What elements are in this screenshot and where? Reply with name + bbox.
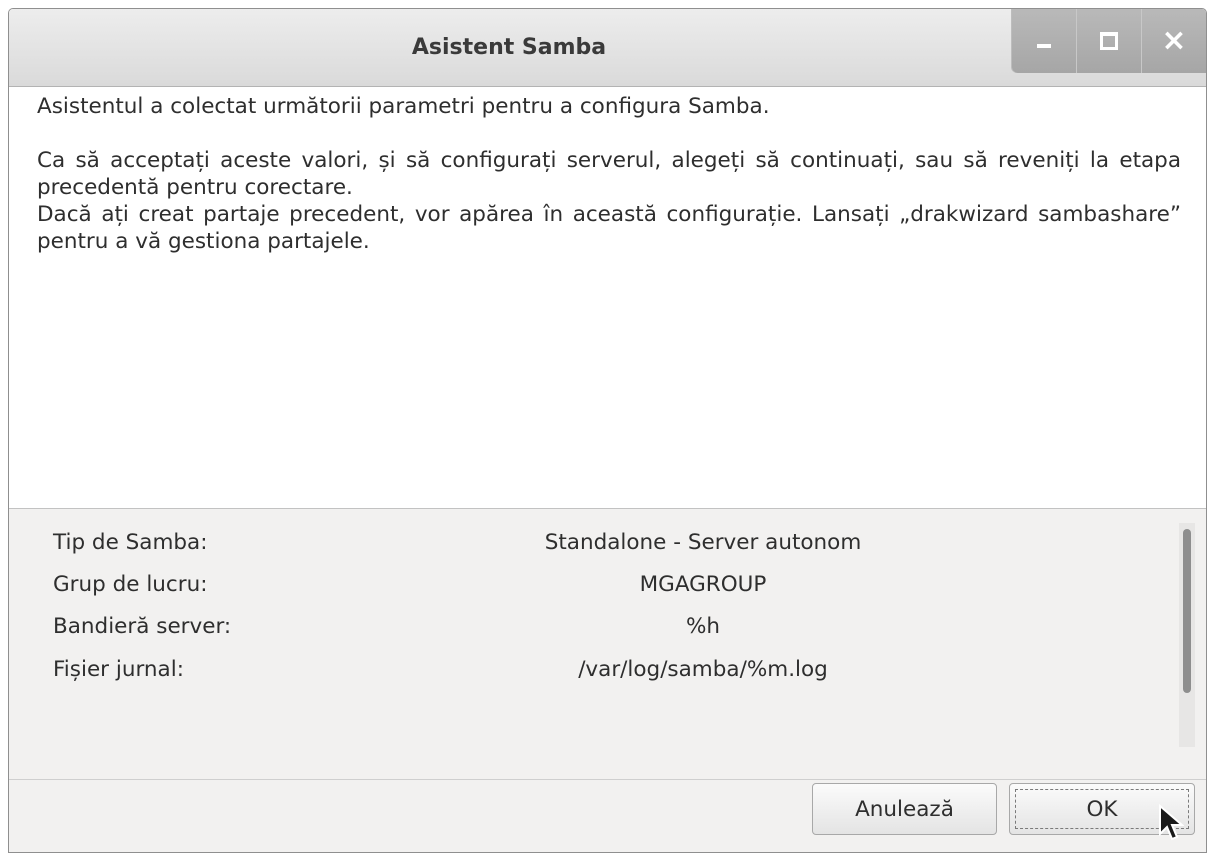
close-button[interactable]: × [1142,9,1206,73]
wizard-message: Asistentul a colectat următorii parametr… [9,87,1206,509]
window-title: Asistent Samba [411,35,607,60]
maximize-icon [1100,32,1118,50]
param-value: %h [685,614,721,639]
samba-wizard-window: Asistent Samba × Asistentul a colectat u… [8,8,1207,853]
maximize-button[interactable] [1077,9,1142,73]
message-intro: Asistentul a colectat următorii parametr… [37,94,770,119]
param-value: MGAGROUP [639,572,767,597]
window-controls: × [1011,9,1206,73]
cancel-button[interactable]: Anulează [812,783,997,835]
button-separator [9,779,1206,780]
param-label: Bandieră server: [53,614,232,639]
message-instructions: Ca să acceptați aceste valori, și să con… [37,148,1181,200]
minimize-icon [1037,44,1051,48]
param-label: Fișier jurnal: [53,657,184,682]
minimize-button[interactable] [1012,9,1077,73]
param-value: Standalone - Server autonom [544,530,862,555]
message-shares-note: Dacă ați creat partaje precedent, vor ap… [37,202,1181,254]
parameters-list: Tip de Samba: Standalone - Server autono… [9,510,1206,780]
param-row-workgroup: Grup de lucru: MGAGROUP [53,570,1163,600]
param-label: Tip de Samba: [53,530,208,555]
param-label: Grup de lucru: [53,572,208,597]
scrollbar-thumb[interactable] [1183,529,1191,693]
close-icon: × [1161,23,1187,58]
param-row-samba-type: Tip de Samba: Standalone - Server autono… [53,528,1163,558]
mouse-pointer-icon [1159,804,1184,841]
param-value: /var/log/samba/%m.log [578,657,828,682]
param-row-server-banner: Bandieră server: %h [53,612,1163,642]
param-row-log-file: Fișier jurnal: /var/log/samba/%m.log [53,655,1163,685]
background-document-fragment [0,0,1209,8]
title-bar[interactable]: Asistent Samba × [9,9,1206,87]
params-scrollbar[interactable] [1179,523,1195,747]
